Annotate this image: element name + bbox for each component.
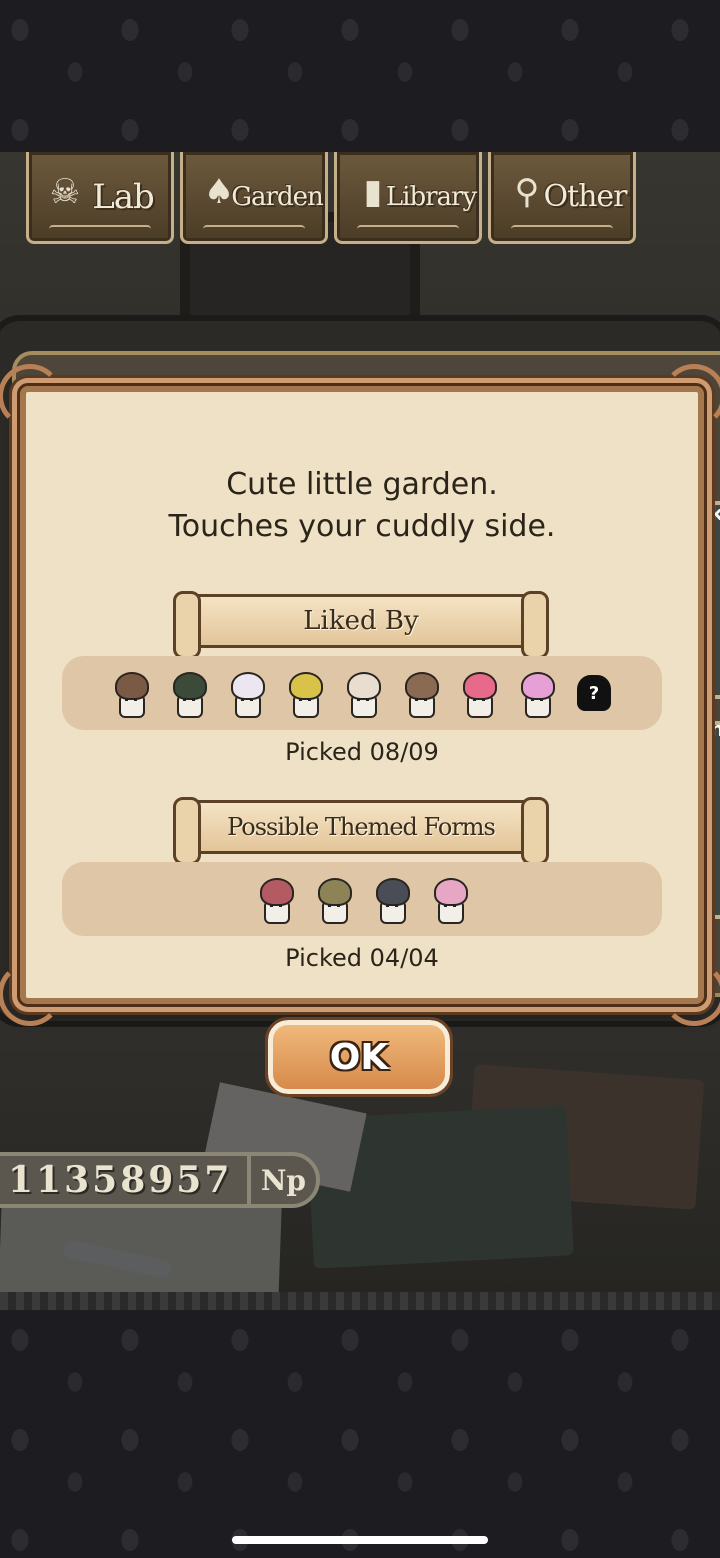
frog-nameko-icon — [311, 876, 355, 924]
character-eyes — [473, 698, 485, 701]
pink-hair-nameko-icon — [514, 670, 558, 718]
character-eyes — [299, 698, 311, 701]
character-eyes — [328, 904, 340, 907]
character-head — [289, 672, 323, 700]
character-eyes — [531, 698, 543, 701]
yellow-nameko-icon — [282, 670, 326, 718]
cat-nameko-icon — [398, 670, 442, 718]
garden-description: Cute little garden. Touches your cuddly … — [26, 464, 698, 548]
np-unit: Np — [246, 1156, 316, 1204]
character-eyes — [415, 698, 427, 701]
tab-label: Other — [543, 179, 627, 214]
character-head — [434, 878, 468, 906]
character-eyes — [357, 698, 369, 701]
np-value: 11358957 — [8, 1159, 233, 1201]
character-eyes — [270, 904, 282, 907]
character-eyes — [241, 698, 253, 701]
liked-by-character-row: ? — [62, 656, 662, 730]
tab-label: Library — [385, 181, 477, 212]
character-head — [231, 672, 265, 700]
corner-ornament — [0, 364, 62, 428]
description-line: Cute little garden. — [226, 467, 498, 502]
tab-garden[interactable]: ♠ Garden — [180, 152, 328, 244]
description-line: Touches your cuddly side. — [168, 509, 556, 544]
home-indicator[interactable] — [232, 1536, 488, 1544]
liked-by-banner: Liked By — [173, 591, 549, 659]
character-eyes — [444, 904, 456, 907]
character-head — [115, 672, 149, 700]
tophat-nameko-icon — [340, 670, 384, 718]
liked-by-picked-count: Picked 08/09 — [285, 738, 439, 766]
skull-icon: ☠ — [49, 172, 81, 212]
pink-bow-nameko-icon — [427, 876, 471, 924]
liked-by-title: Liked By — [303, 606, 419, 636]
green-hood-nameko-icon — [166, 670, 210, 718]
mushroom-icon: ♠ — [203, 172, 235, 212]
penguin-nameko-icon — [369, 876, 413, 924]
mystery-label: ? — [577, 675, 611, 711]
top-pattern-background — [0, 0, 720, 152]
ok-button-label: OK — [329, 1036, 389, 1078]
white-hat-nameko-icon — [224, 670, 268, 718]
red-mushroom-nameko-icon — [253, 876, 297, 924]
book-icon: ▮ — [363, 172, 383, 212]
character-head — [318, 878, 352, 906]
bottom-pattern-background — [0, 1310, 720, 1558]
bottom-border-strip — [0, 1292, 720, 1310]
character-head — [260, 878, 294, 906]
themed-forms-title: Possible Themed Forms — [227, 813, 496, 841]
tab-label: Lab — [92, 176, 155, 217]
tab-library[interactable]: ▮ Library — [334, 152, 482, 244]
mystery-character-icon: ? — [572, 670, 616, 716]
magnifier-icon: ⚲ — [514, 172, 540, 212]
np-counter: 11358957 Np — [0, 1152, 320, 1208]
ok-button[interactable]: OK — [265, 1017, 453, 1097]
tab-lab[interactable]: ☠ Lab — [26, 152, 174, 244]
character-head — [347, 672, 381, 700]
pink-heart-nameko-icon — [456, 670, 500, 718]
character-eyes — [183, 698, 195, 701]
mushroom-cap-nameko-icon — [108, 670, 152, 718]
garden-info-dialog: Cute little garden. Touches your cuddly … — [0, 364, 720, 1026]
top-tab-bar: ☠ Lab ♠ Garden ▮ Library ⚲ Other — [26, 152, 636, 244]
character-head — [405, 672, 439, 700]
character-eyes — [125, 698, 137, 701]
character-head — [173, 672, 207, 700]
character-eyes — [386, 904, 398, 907]
character-head — [521, 672, 555, 700]
corner-ornament — [662, 364, 720, 428]
themed-forms-banner: Possible Themed Forms — [173, 797, 549, 865]
themed-forms-picked-count: Picked 04/04 — [285, 944, 439, 972]
themed-forms-character-row — [62, 862, 662, 936]
tab-other[interactable]: ⚲ Other — [488, 152, 636, 244]
character-head — [376, 878, 410, 906]
character-head — [463, 672, 497, 700]
